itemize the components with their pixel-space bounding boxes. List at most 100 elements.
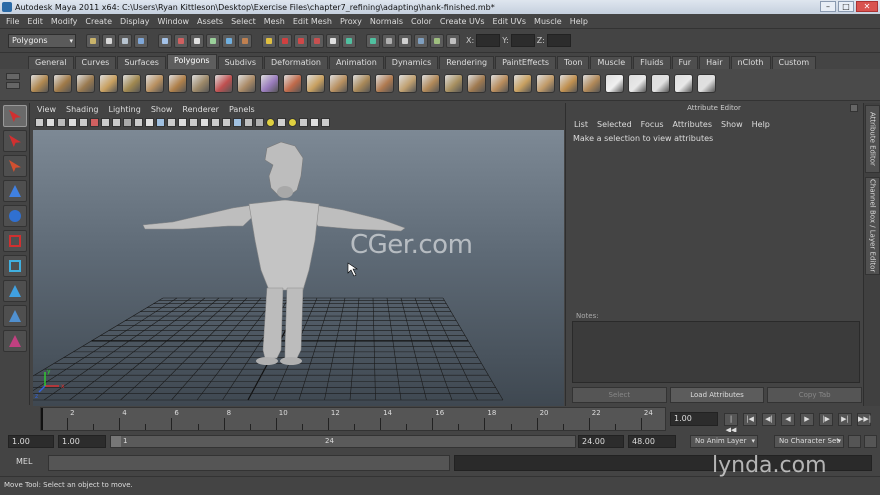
status-tool-icon[interactable] xyxy=(326,33,340,48)
shelf-tool-icon[interactable] xyxy=(145,74,164,93)
mel-label[interactable]: MEL xyxy=(16,457,32,466)
shelf-tab-subdivs[interactable]: Subdivs xyxy=(217,56,264,69)
panel-tool-icon[interactable] xyxy=(35,117,44,127)
maximize-button[interactable]: □ xyxy=(838,1,854,12)
shelf-tool-icon[interactable] xyxy=(237,74,256,93)
menu-edit[interactable]: Edit xyxy=(25,17,49,26)
shelf-tool-icon[interactable] xyxy=(444,74,463,93)
shelf-tab-curves[interactable]: Curves xyxy=(74,56,117,69)
shelf-tool-icon[interactable] xyxy=(421,74,440,93)
status-tool-icon[interactable] xyxy=(294,33,308,48)
menu-modify[interactable]: Modify xyxy=(49,17,84,26)
shelf-tool-icon[interactable] xyxy=(191,74,210,93)
panel-tool-icon[interactable] xyxy=(200,117,209,127)
shelf-tab-fluids[interactable]: Fluids xyxy=(633,56,671,69)
panel-menu-panels[interactable]: Panels xyxy=(227,105,263,114)
panel-menu-lighting[interactable]: Lighting xyxy=(106,105,148,114)
menu-select[interactable]: Select xyxy=(229,17,262,26)
panel-menu-show[interactable]: Show xyxy=(149,105,181,114)
menu-create-uvs[interactable]: Create UVs xyxy=(438,17,491,26)
attr-menu-attributes[interactable]: Attributes xyxy=(673,120,722,129)
panel-tool-icon[interactable] xyxy=(288,117,297,127)
shelf-tab-surfaces[interactable]: Surfaces xyxy=(117,56,166,69)
shelf-tool-icon[interactable] xyxy=(30,74,49,93)
panel-tool-icon[interactable] xyxy=(244,117,253,127)
shelf-tool-icon[interactable] xyxy=(628,74,647,93)
shelf-tool-icon[interactable] xyxy=(329,74,348,93)
playback-end-field[interactable]: 24.00 xyxy=(578,435,624,448)
attr-menu-list[interactable]: List xyxy=(574,120,597,129)
panel-tool-icon[interactable] xyxy=(134,117,143,127)
attr-menu-selected[interactable]: Selected xyxy=(597,120,641,129)
status-tool-icon[interactable] xyxy=(398,33,412,48)
shelf-tab-painteffects[interactable]: PaintEffects xyxy=(495,56,557,69)
panel-tool-icon[interactable] xyxy=(266,117,275,127)
panel-tool-icon[interactable] xyxy=(211,117,220,127)
playback-start-field[interactable]: 1.00 xyxy=(58,435,106,448)
panel-options-icon[interactable] xyxy=(850,104,858,112)
panel-tool-icon[interactable] xyxy=(123,117,132,127)
soft-mod-tool-button[interactable] xyxy=(3,280,27,302)
menu-muscle[interactable]: Muscle xyxy=(532,17,568,26)
panel-tool-icon[interactable] xyxy=(321,117,330,127)
shelf-tool-icon[interactable] xyxy=(513,74,532,93)
select-button[interactable]: Select xyxy=(572,387,667,403)
shelf-tool-icon[interactable] xyxy=(375,74,394,93)
scale-tool-button[interactable] xyxy=(3,230,27,252)
copy-tab-button[interactable]: Copy Tab xyxy=(767,387,863,403)
status-tool-icon[interactable] xyxy=(414,33,428,48)
status-tool-icon[interactable] xyxy=(430,33,444,48)
step-back-frame-button[interactable]: ◀| xyxy=(762,413,776,426)
menu-help[interactable]: Help xyxy=(568,17,594,26)
menu-proxy[interactable]: Proxy xyxy=(338,17,368,26)
go-to-end-button[interactable]: ▶▶| xyxy=(857,413,871,426)
move-tool-button[interactable] xyxy=(3,180,27,202)
menu-file[interactable]: File xyxy=(4,17,25,26)
preferences-icon[interactable] xyxy=(864,435,877,448)
attr-menu-help[interactable]: Help xyxy=(752,120,779,129)
shelf-tool-icon[interactable] xyxy=(467,74,486,93)
shelf-tool-icon[interactable] xyxy=(99,74,118,93)
menu-mesh[interactable]: Mesh xyxy=(262,17,291,26)
shelf-tool-icon[interactable] xyxy=(605,74,624,93)
menu-normals[interactable]: Normals xyxy=(368,17,409,26)
status-tool-icon[interactable] xyxy=(206,33,220,48)
tab-channel-box[interactable]: Channel Box / Layer Editor xyxy=(865,177,880,275)
panel-menu-shading[interactable]: Shading xyxy=(64,105,107,114)
shelf-tool-icon[interactable] xyxy=(674,74,693,93)
shelf-tool-icon[interactable] xyxy=(582,74,601,93)
shelf-menu[interactable] xyxy=(2,71,24,99)
shelf-tool-icon[interactable] xyxy=(306,74,325,93)
shelf-tool-icon[interactable] xyxy=(352,74,371,93)
menu-display[interactable]: Display xyxy=(118,17,156,26)
shelf-tab-general[interactable]: General xyxy=(28,56,74,69)
shelf-tab-hair[interactable]: Hair xyxy=(699,56,730,69)
menu-edit-uvs[interactable]: Edit UVs xyxy=(491,17,533,26)
panel-tool-icon[interactable] xyxy=(145,117,154,127)
command-input[interactable] xyxy=(48,455,450,471)
z-field[interactable] xyxy=(546,34,571,47)
panel-tool-icon[interactable] xyxy=(189,117,198,127)
x-field[interactable] xyxy=(476,34,501,47)
go-to-start-button[interactable]: |◀◀ xyxy=(724,413,738,434)
shelf-tool-icon[interactable] xyxy=(260,74,279,93)
attr-menu-show[interactable]: Show xyxy=(721,120,752,129)
play-forward-button[interactable]: ▶ xyxy=(800,413,814,426)
load-attributes-button[interactable]: Load Attributes xyxy=(669,387,765,403)
paint-select-tool-button[interactable] xyxy=(3,155,27,177)
status-tool-icon[interactable] xyxy=(86,33,100,48)
status-tool-icon[interactable] xyxy=(158,33,172,48)
menu-window[interactable]: Window xyxy=(156,17,196,26)
shelf-tab-dynamics[interactable]: Dynamics xyxy=(384,56,439,69)
panel-tool-icon[interactable] xyxy=(112,117,121,127)
shelf-tool-icon[interactable] xyxy=(53,74,72,93)
anim-layer-dropdown[interactable]: No Anim Layer ▾ xyxy=(690,435,758,448)
lasso-tool-button[interactable] xyxy=(3,130,27,152)
show-manipulator-tool-button[interactable] xyxy=(3,305,27,327)
panel-tool-icon[interactable] xyxy=(277,117,286,127)
shelf-tab-ncloth[interactable]: nCloth xyxy=(730,56,771,69)
close-button[interactable]: ✕ xyxy=(856,1,878,12)
status-tool-icon[interactable] xyxy=(190,33,204,48)
panel-tool-icon[interactable] xyxy=(222,117,231,127)
auto-key-icon[interactable] xyxy=(848,435,861,448)
